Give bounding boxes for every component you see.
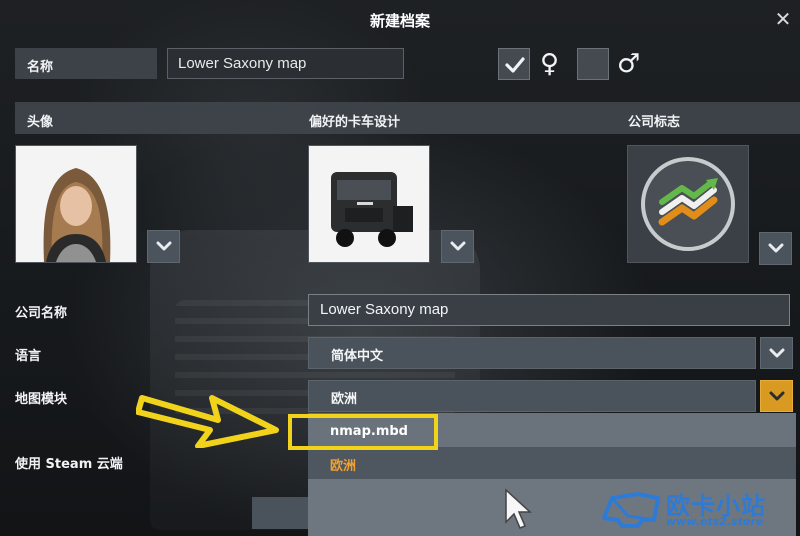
chevron-down-icon bbox=[769, 391, 784, 401]
close-icon[interactable]: ✕ bbox=[772, 8, 794, 30]
steam-cloud-label: 使用 Steam 云端 bbox=[15, 457, 123, 472]
avatar-image bbox=[16, 146, 136, 262]
company-logo-image bbox=[628, 146, 748, 262]
company-name-input[interactable]: Lower Saxony map bbox=[308, 294, 790, 326]
section-header-bar bbox=[15, 102, 800, 134]
truck-image bbox=[309, 146, 429, 262]
company-logo-card[interactable] bbox=[627, 145, 749, 263]
steam-cloud-toggle[interactable] bbox=[252, 497, 308, 529]
language-select[interactable]: 简体中文 bbox=[308, 337, 756, 369]
checkmark-icon bbox=[505, 57, 525, 73]
chevron-down-icon bbox=[768, 243, 783, 253]
map-module-select[interactable]: 欧洲 bbox=[308, 380, 756, 412]
truck-design-card[interactable] bbox=[308, 145, 430, 263]
watermark-truck-icon bbox=[602, 492, 660, 528]
map-module-dropdown-button[interactable] bbox=[760, 380, 793, 412]
map-option-europe[interactable]: 欧洲 bbox=[308, 447, 796, 479]
company-name-label: 公司名称 bbox=[15, 306, 68, 321]
language-dropdown-button[interactable] bbox=[760, 337, 793, 369]
profile-name-input[interactable]: Lower Saxony map bbox=[167, 48, 404, 79]
dialog-title: 新建档案 bbox=[369, 12, 430, 30]
chevron-down-icon bbox=[769, 348, 784, 358]
male-icon: ♂ bbox=[617, 49, 641, 79]
avatar-label: 头像 bbox=[27, 115, 54, 130]
female-checkbox[interactable] bbox=[498, 48, 530, 80]
language-label: 语言 bbox=[15, 349, 42, 364]
chevron-down-icon bbox=[156, 241, 171, 251]
company-logo-dropdown-button[interactable] bbox=[759, 232, 792, 265]
watermark: 欧卡小站 www.ets2.store bbox=[596, 484, 800, 536]
annotation-arrow-icon bbox=[136, 395, 279, 448]
option-highlight-box bbox=[288, 414, 438, 450]
male-checkbox[interactable] bbox=[577, 48, 609, 80]
avatar-card[interactable] bbox=[15, 145, 137, 263]
truck-design-dropdown-button[interactable] bbox=[441, 230, 474, 263]
watermark-url: www.ets2.store bbox=[666, 515, 764, 528]
company-logo-label: 公司标志 bbox=[628, 115, 681, 130]
name-label: 名称 bbox=[27, 60, 54, 75]
mouse-cursor-icon bbox=[505, 488, 532, 529]
chevron-down-icon bbox=[450, 241, 465, 251]
truck-design-label: 偏好的卡车设计 bbox=[309, 115, 401, 130]
map-module-label: 地图模块 bbox=[15, 392, 68, 407]
avatar-dropdown-button[interactable] bbox=[147, 230, 180, 263]
female-icon: ♀ bbox=[540, 49, 560, 79]
